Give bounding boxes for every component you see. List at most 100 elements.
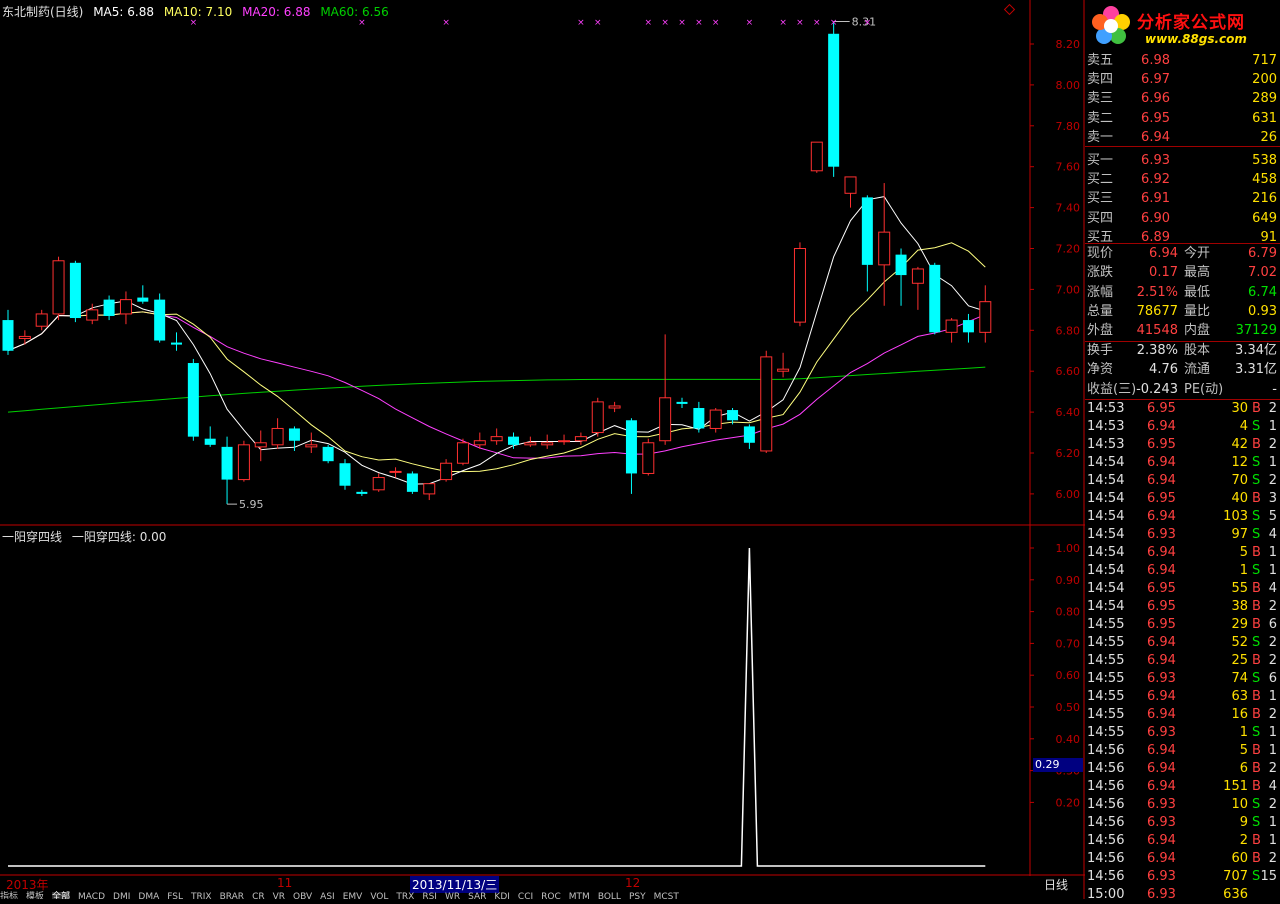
tick-price: 6.94: [1147, 653, 1176, 668]
tick-count: 2: [1268, 797, 1277, 812]
indicator-tab[interactable]: KDJ: [494, 892, 510, 899]
indicator-tab[interactable]: ASI: [320, 892, 335, 899]
indicator-tick-label: 0.70: [1056, 637, 1081, 650]
fund-label-2: PE(动): [1184, 381, 1224, 397]
period-label[interactable]: 日线: [1044, 876, 1068, 893]
tick-side: S: [1252, 869, 1261, 884]
tick-row: 14:54 6.94 70 S 2: [1085, 472, 1280, 490]
tick-price: 6.93: [1147, 815, 1176, 830]
quote-label: 涨跌: [1087, 265, 1114, 281]
indicator-tab[interactable]: ROC: [541, 892, 561, 899]
tick-volume: 70: [1231, 473, 1248, 488]
order-price: 6.93: [1141, 153, 1170, 168]
candle-up: [591, 401, 604, 434]
fund-value-2: 3.31亿: [1235, 362, 1277, 378]
tick-count: 4: [1268, 581, 1277, 596]
indicator-tab[interactable]: MCST: [654, 892, 679, 899]
order-label: 买三: [1087, 191, 1114, 207]
indicator-tab[interactable]: BOLL: [598, 892, 621, 899]
tick-count: 2: [1268, 401, 1277, 416]
quote-value-2: 6.74: [1248, 284, 1277, 300]
tick-row: 14:54 6.94 1 S 1: [1085, 562, 1280, 580]
tick-row: 14:55 6.93 1 S 1: [1085, 724, 1280, 742]
tick-time: 14:55: [1087, 689, 1125, 704]
tick-side: B: [1252, 707, 1261, 722]
candle-down: [625, 420, 637, 474]
indicator-tab[interactable]: EMV: [343, 892, 363, 899]
tick-volume: 1: [1239, 563, 1248, 578]
indicator-tab[interactable]: 模板: [26, 892, 44, 899]
tick-row: 14:54 6.94 103 S 5: [1085, 508, 1280, 526]
book-separator: [1085, 146, 1280, 147]
candle-up: [119, 299, 132, 315]
tick-time: 14:56: [1087, 761, 1125, 776]
order-volume: 289: [1252, 91, 1277, 107]
order-book-row: 买四 6.90 649: [1085, 209, 1280, 228]
kline-chart-svg[interactable]: 8.20 8.00 7.80 7.60 7.40 7.20 7.00 6.80 6.60 6.40…: [0, 0, 1085, 899]
tick-price: 6.95: [1147, 599, 1176, 614]
indicator-tab[interactable]: CCI: [518, 892, 533, 899]
indicator-tab[interactable]: CR: [252, 892, 265, 899]
indicator-tab[interactable]: MACD: [78, 892, 105, 899]
indicator-tab[interactable]: OBV: [293, 892, 312, 899]
order-price: 6.96: [1141, 91, 1170, 107]
indicator-tab-bar: 指标 模板 全部 MACD DMI DMA FSL TRIX BRAR CR VR OBV ASI EMV…: [0, 889, 1030, 899]
quote-row: 涨幅 2.51% 最低 6.74: [1085, 283, 1280, 302]
indicator-tab[interactable]: TRIX: [191, 892, 212, 899]
indicator-tab[interactable]: 全部: [52, 892, 71, 899]
indicator-tab[interactable]: DMA: [138, 892, 159, 899]
tick-price: 6.93: [1147, 869, 1176, 884]
indicator-tab[interactable]: VR: [273, 892, 285, 899]
tick-row: 14:54 6.95 40 B 3: [1085, 490, 1280, 508]
indicator-tab[interactable]: PSY: [629, 892, 646, 899]
tick-side: S: [1252, 527, 1261, 542]
indicator-tab[interactable]: SAR: [468, 892, 486, 899]
tick-time: 14:55: [1087, 653, 1125, 668]
indicator-tab[interactable]: DMI: [113, 892, 130, 899]
tick-volume: 97: [1231, 527, 1248, 542]
tick-time: 14:56: [1087, 869, 1125, 884]
chart-area[interactable]: 8.20 8.00 7.80 7.60 7.40 7.20 7.00 6.80 6.60 6.40…: [0, 0, 1085, 899]
tick-side: S: [1252, 671, 1261, 686]
fund-value: 2.38%: [1136, 343, 1178, 358]
tick-count: 2: [1268, 851, 1277, 866]
quote-value-2: 7.02: [1248, 265, 1277, 281]
indicator-tab[interactable]: 指标: [0, 892, 18, 899]
indicator-tab[interactable]: BRAR: [220, 892, 244, 899]
order-label: 卖五: [1087, 53, 1114, 68]
quote-value-2: 37129: [1235, 323, 1277, 339]
fundamental-row: 换手 2.38% 股本 3.34亿: [1085, 341, 1280, 360]
indicator-tab[interactable]: FSL: [167, 892, 183, 899]
candle-up: [793, 248, 806, 323]
candle-down: [676, 401, 688, 404]
indicator-tab[interactable]: VOL: [370, 892, 388, 899]
candle-up: [389, 470, 402, 473]
signal-mark: ×: [695, 18, 703, 28]
tick-volume: 74: [1231, 671, 1248, 686]
price-tick-label: 7.60: [1056, 161, 1081, 174]
tick-count: 2: [1268, 437, 1277, 452]
fund-label: 换手: [1087, 343, 1114, 358]
indicator-tab[interactable]: TRX: [396, 892, 414, 899]
candle-down: [895, 254, 907, 276]
tick-price: 6.95: [1147, 617, 1176, 632]
quote-label-2: 今开: [1184, 246, 1211, 261]
quote-value-2: 0.93: [1248, 303, 1277, 319]
candle-down: [406, 473, 418, 492]
signal-mark: ×: [830, 18, 838, 28]
indicator-tab[interactable]: MTM: [569, 892, 590, 899]
tick-side: S: [1252, 419, 1261, 434]
order-label: 卖四: [1087, 72, 1114, 88]
tick-price: 6.95: [1147, 491, 1176, 506]
order-price: 6.92: [1141, 172, 1170, 188]
tick-price: 6.94: [1147, 473, 1176, 488]
tick-count: 1: [1268, 815, 1277, 830]
low-label: 5.95: [239, 498, 263, 511]
indicator-tab[interactable]: WR: [445, 892, 460, 899]
tick-count: 3: [1268, 491, 1277, 506]
candle-down: [171, 342, 182, 345]
order-label: 卖三: [1087, 91, 1114, 107]
price-tick-label: 6.60: [1056, 365, 1081, 378]
indicator-tab[interactable]: RSI: [422, 892, 437, 899]
order-book-row: 买一 6.93 538: [1085, 151, 1280, 170]
